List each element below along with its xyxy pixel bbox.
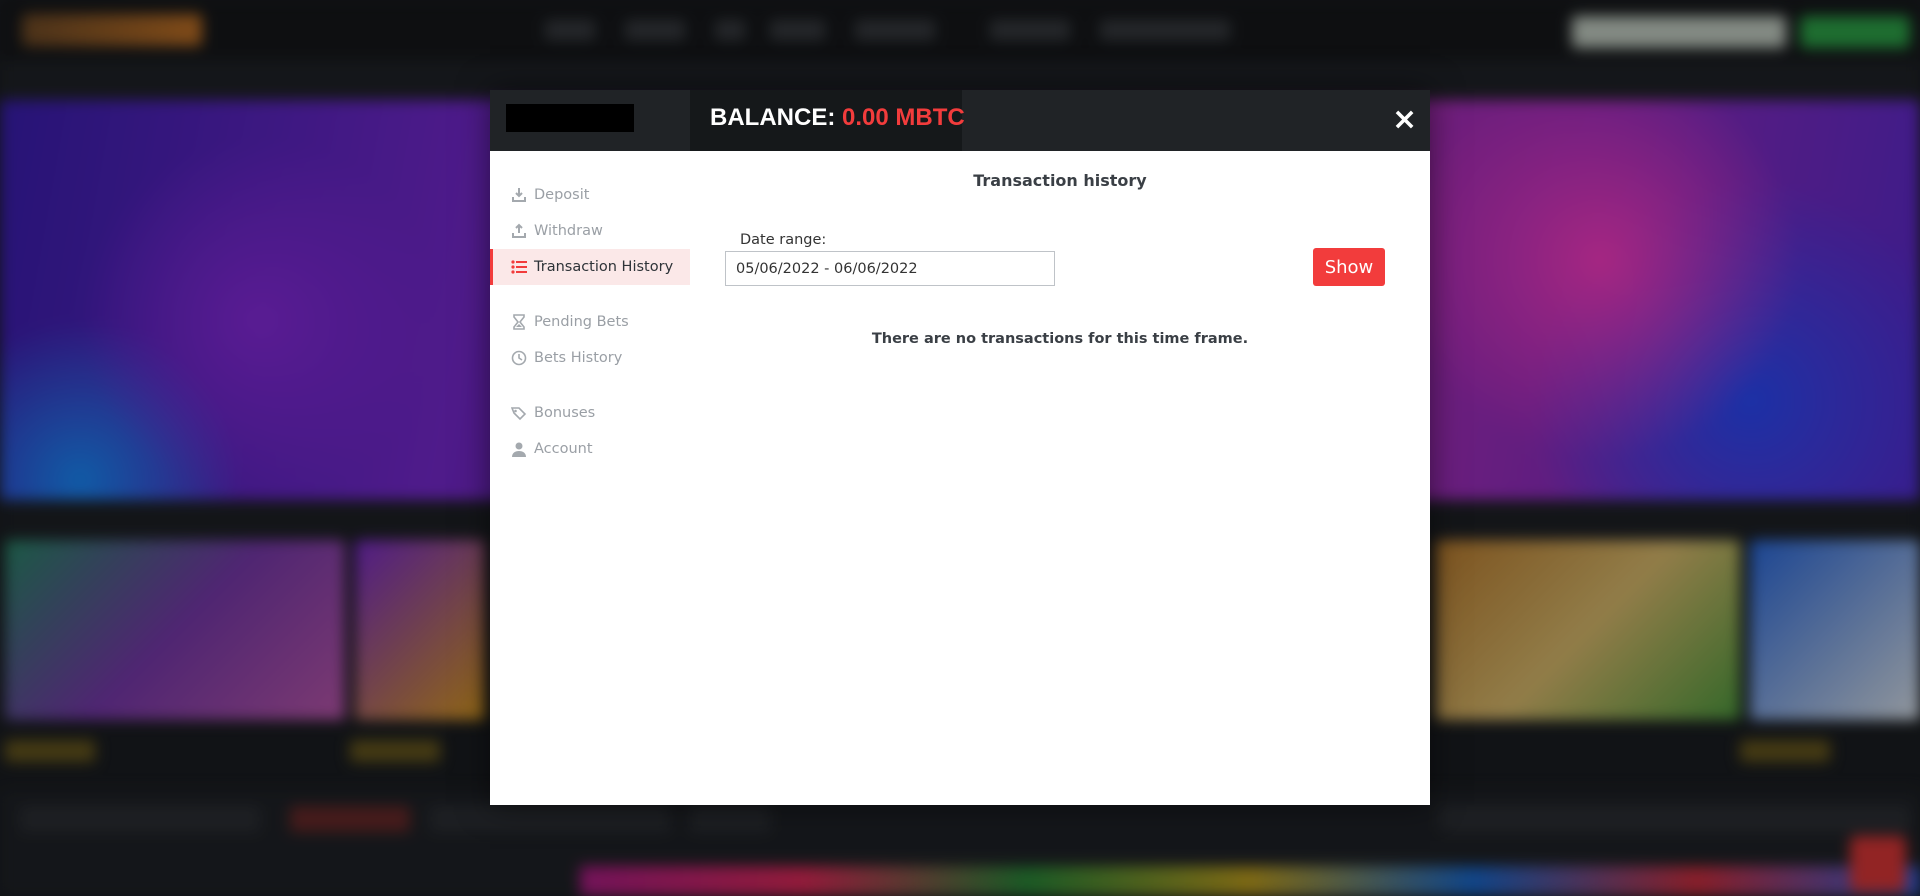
balance-box: BALANCE: 0.00 MBTC	[690, 90, 965, 151]
sidebar-item-label: Pending Bets	[534, 314, 629, 330]
sidebar-item-bonuses[interactable]: Bonuses	[490, 395, 690, 431]
modal-header: BALANCE: 0.00 MBTC ×	[490, 90, 1430, 151]
date-range-label: Date range:	[740, 232, 827, 248]
cashier-modal: BALANCE: 0.00 MBTC × Deposit Withdraw Tr…	[490, 90, 1430, 805]
sidebar-item-deposit[interactable]: Deposit	[490, 177, 690, 213]
sidebar-item-label: Account	[534, 441, 593, 457]
username-redacted	[506, 104, 634, 132]
sidebar-item-label: Bonuses	[534, 405, 596, 421]
list-icon	[510, 258, 528, 276]
date-range-input[interactable]	[725, 251, 1055, 286]
hourglass-icon	[510, 313, 528, 331]
page-title: Transaction history	[973, 171, 1147, 190]
withdraw-icon	[510, 222, 528, 240]
sidebar-item-account[interactable]: Account	[490, 431, 690, 467]
balance-display: BALANCE: 0.00 MBTC	[710, 104, 965, 132]
close-icon[interactable]: ×	[1392, 105, 1417, 135]
balance-label: BALANCE:	[710, 104, 836, 131]
balance-value: 0.00 MBTC	[842, 104, 965, 131]
deposit-icon	[510, 186, 528, 204]
sidebar-item-label: Bets History	[534, 350, 623, 366]
user-icon	[510, 440, 528, 458]
show-button[interactable]: Show	[1313, 248, 1385, 286]
sidebar-item-label: Transaction History	[534, 259, 674, 275]
sidebar-item-withdraw[interactable]: Withdraw	[490, 213, 690, 249]
bonus-tag-icon	[510, 404, 528, 422]
sidebar-item-bets-history[interactable]: Bets History	[490, 340, 690, 376]
clock-icon	[510, 349, 528, 367]
sidebar-item-label: Withdraw	[534, 223, 603, 239]
empty-state-message: There are no transactions for this time …	[871, 331, 1249, 347]
sidebar-item-transaction-history[interactable]: Transaction History	[490, 249, 690, 285]
sidebar-item-pending-bets[interactable]: Pending Bets	[490, 304, 690, 340]
sidebar-item-label: Deposit	[534, 187, 590, 203]
